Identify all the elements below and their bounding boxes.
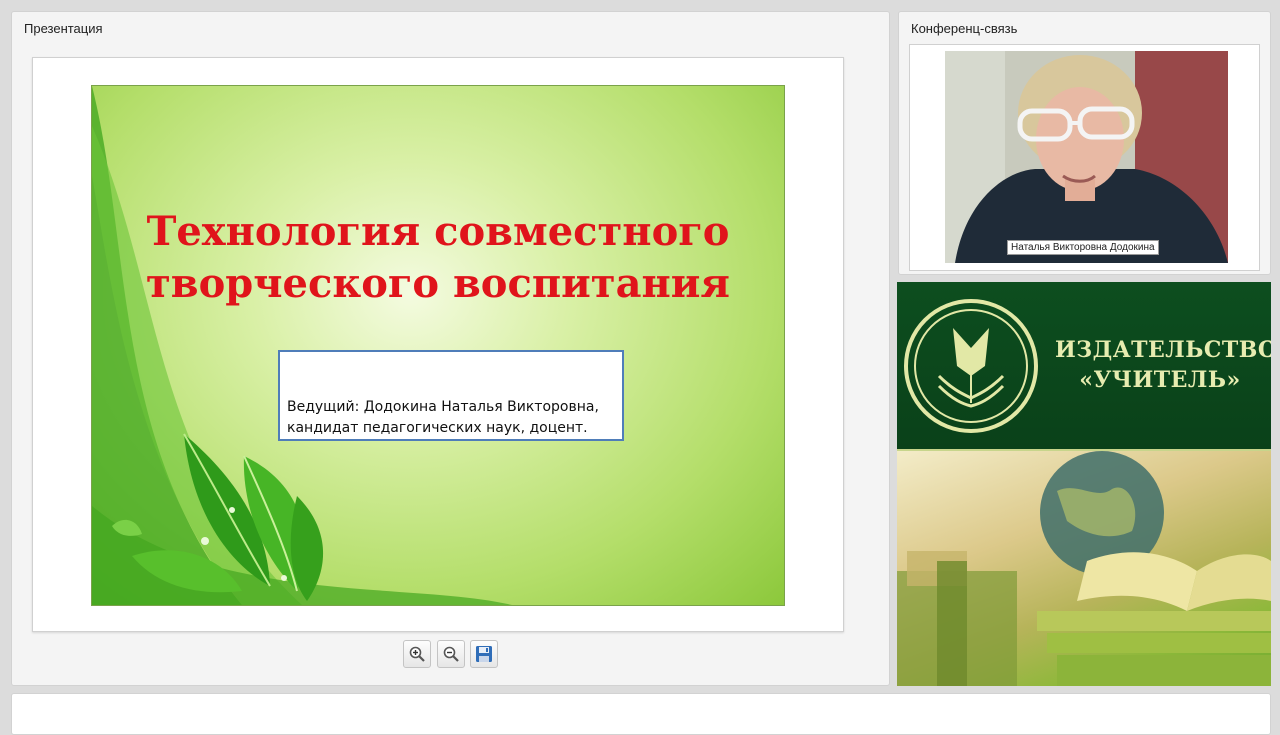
banner-top: ИЗДАТЕЛЬСТВО «УЧИТЕЛЬ» [897,282,1271,451]
banner-books-image [897,451,1271,686]
host-name-line: Ведущий: Додокина Наталья Викторовна, [287,399,599,415]
video-frame: Наталья Викторовна Додокина [909,44,1260,271]
publisher-name-line2: «УЧИТЕЛЬ» [1079,367,1241,393]
slide-title: Технология совместного творческого воспи… [92,206,784,310]
participant-name-tag: Наталья Викторовна Додокина [1007,240,1159,255]
save-icon [476,646,492,662]
presentation-slide: Технология совместного творческого воспи… [91,85,785,606]
publisher-name: ИЗДАТЕЛЬСТВО «УЧИТЕЛЬ» [1055,335,1271,395]
publisher-banner: ИЗДАТЕЛЬСТВО «УЧИТЕЛЬ» [897,282,1271,686]
participant-video[interactable]: Наталья Викторовна Додокина [945,51,1228,263]
zoom-out-button[interactable] [437,640,465,668]
bottom-panel [11,693,1271,735]
slide-title-line2: творческого воспитания [146,260,730,307]
slide-frame: Технология совместного творческого воспи… [32,57,844,632]
zoom-in-icon [409,646,425,662]
host-info-box: Ведущий: Додокина Наталья Викторовна, ка… [278,350,624,441]
publisher-name-line1: ИЗДАТЕЛЬСТВО [1055,337,1271,363]
publisher-logo-icon [904,299,1038,433]
presentation-panel: Презентация Технология совместного творч… [11,11,890,686]
host-info-text: Ведущий: Додокина Наталья Викторовна, ка… [287,397,599,439]
zoom-out-icon [443,646,459,662]
books-globe-illustration [897,451,1271,686]
participant-avatar-image [945,51,1228,263]
conference-panel-title: Конференц-связь [911,21,1018,36]
conference-panel: Конференц-связь Наталья Викторовна Додок… [898,11,1271,275]
host-degree-line: кандидат педагогических наук, доцент. [287,420,588,436]
zoom-in-button[interactable] [403,640,431,668]
save-button[interactable] [470,640,498,668]
leaf-decoration [92,86,512,605]
slide-title-line1: Технология совместного [146,208,730,255]
presentation-panel-title: Презентация [24,21,103,36]
